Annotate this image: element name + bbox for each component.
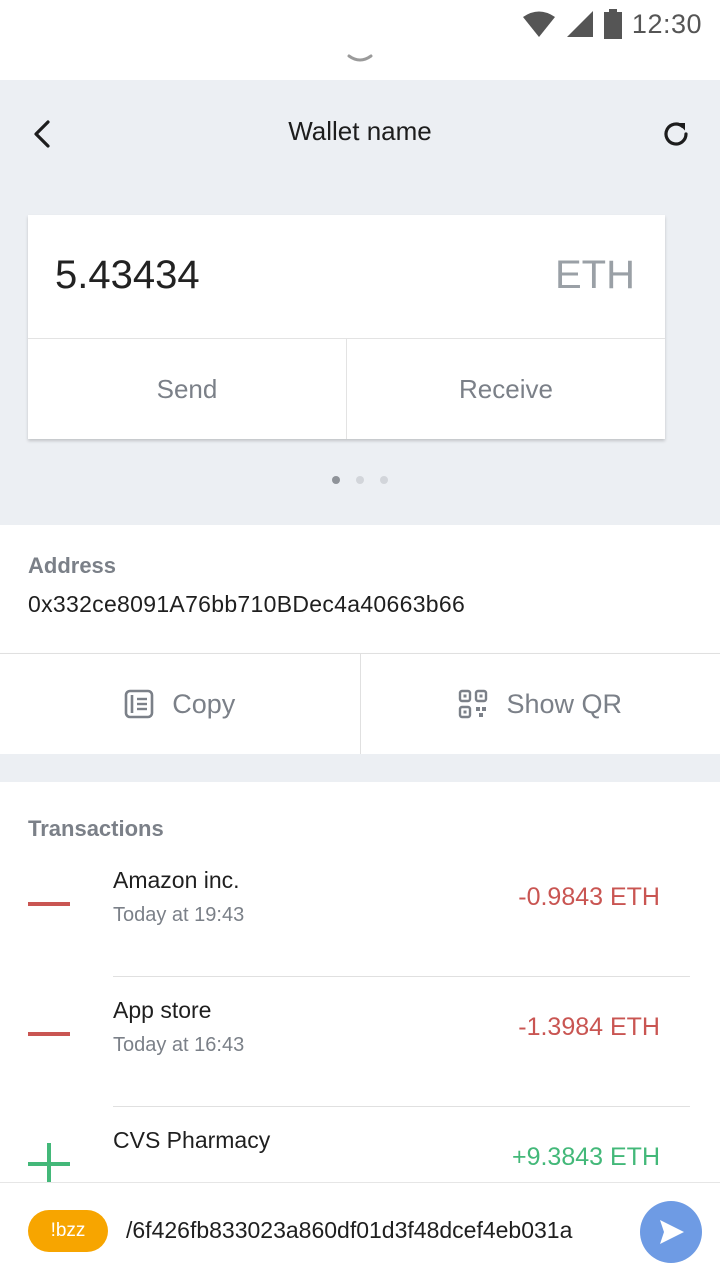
transaction-amount: +9.3843 ETH <box>511 1143 660 1171</box>
refresh-button[interactable] <box>656 114 696 154</box>
receive-button[interactable]: Receive <box>346 339 665 439</box>
transaction-row[interactable]: App store Today at 16:43 -1.3984 ETH <box>0 977 720 1107</box>
balance-row: 5.43434 ETH <box>28 215 665 339</box>
transaction-name: App store <box>113 997 212 1023</box>
signal-icon <box>566 11 593 37</box>
transaction-time: Today at 16:43 <box>113 1034 245 1056</box>
transaction-name: CVS Pharmacy <box>113 1127 271 1153</box>
minus-icon <box>28 1032 70 1036</box>
balance-actions: Send Receive <box>28 339 665 439</box>
copy-label: Copy <box>172 688 236 719</box>
wallet-overview: Wallet name 5.43434 ETH Send Receive <box>0 80 720 525</box>
balance-card: 5.43434 ETH Send Receive <box>28 215 665 439</box>
copy-icon <box>124 689 154 719</box>
bzz-tag[interactable]: !bzz <box>28 1210 108 1252</box>
transaction-row[interactable]: CVS Pharmacy +9.3843 ETH <box>0 1107 720 1182</box>
address-section: Address 0x332ce8091A76bb710BDec4a40663b6… <box>0 525 720 653</box>
collapse-handle-icon[interactable] <box>346 52 374 66</box>
command-input[interactable]: /6f426fb833023a860df01d3f48dcef4eb031a <box>126 1217 614 1244</box>
send-message-button[interactable] <box>640 1201 702 1263</box>
transaction-amount: -1.3984 ETH <box>518 1013 660 1041</box>
copy-button[interactable]: Copy <box>0 654 360 754</box>
balance-unit: ETH <box>555 253 635 297</box>
send-button[interactable]: Send <box>28 339 346 439</box>
address-actions: Copy Show QR <box>0 653 720 754</box>
show-qr-button[interactable]: Show QR <box>359 654 720 754</box>
minus-icon <box>28 902 70 906</box>
address-label: Address <box>28 553 117 578</box>
page-dot-1[interactable] <box>332 476 340 484</box>
show-qr-label: Show QR <box>506 688 623 719</box>
command-input-bar: !bzz /6f426fb833023a860df01d3f48dcef4eb0… <box>0 1182 720 1280</box>
wifi-icon <box>522 11 555 37</box>
transactions-header: Transactions <box>28 816 164 841</box>
page-dot-2[interactable] <box>356 476 364 484</box>
balance-amount: 5.43434 <box>55 253 200 297</box>
plus-icon <box>28 1143 70 1182</box>
battery-icon <box>603 9 622 39</box>
section-divider <box>0 754 720 782</box>
status-bar: 12:30 <box>0 0 720 48</box>
transaction-amount: -0.9843 ETH <box>518 883 660 911</box>
transaction-name: Amazon inc. <box>113 867 240 893</box>
status-time: 12:30 <box>631 8 702 39</box>
page-title: Wallet name <box>288 116 432 146</box>
send-icon <box>660 1220 684 1244</box>
status-icons: 12:30 <box>522 6 702 42</box>
transaction-time: Today at 19:43 <box>113 904 245 926</box>
qr-code-icon <box>459 689 488 719</box>
refresh-icon <box>664 122 688 146</box>
page-indicator <box>0 476 720 484</box>
address-value: 0x332ce8091A76bb710BDec4a40663b66 <box>28 591 466 617</box>
transactions-section: Transactions Amazon inc. Today at 19:43 … <box>0 782 720 1182</box>
transaction-row[interactable]: Amazon inc. Today at 19:43 -0.9843 ETH <box>0 847 720 977</box>
page-dot-3[interactable] <box>380 476 388 484</box>
